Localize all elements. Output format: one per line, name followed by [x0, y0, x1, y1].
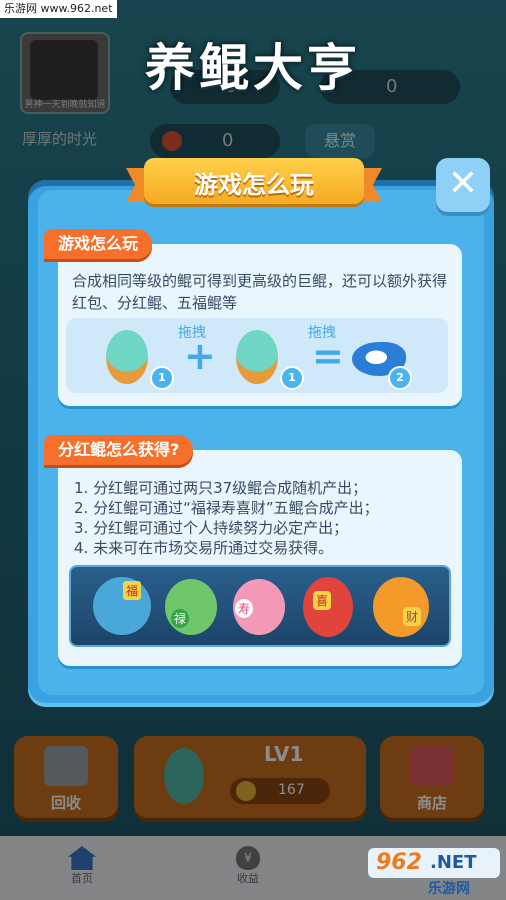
watermark-badge: 962 .NET — [368, 848, 500, 878]
list-item: 1. 分红鲲可通过两只37级鲲合成随机产出； — [74, 479, 368, 497]
fish-label: 福 — [123, 581, 142, 600]
fish-label: 寿 — [235, 599, 254, 618]
merge-formula: 1 拖拽 + 1 拖拽 = 2 — [66, 318, 448, 393]
watermark-top: 乐游网 www.962.net — [0, 0, 117, 18]
list-item: 2. 分红鲲可通过“福禄寿喜财”五鲲合成产出； — [74, 499, 379, 517]
five-fortune-fish-strip: 福 禄 寿 喜 财 — [69, 565, 451, 647]
fish-level-1-icon — [106, 330, 148, 384]
watermark-sub: 乐游网 — [428, 881, 470, 897]
section2-tag: 分红鲲怎么获得? — [44, 435, 194, 465]
fish-label: 财 — [403, 607, 422, 626]
level-badge: 2 — [388, 366, 412, 390]
modal-title-banner: 游戏怎么玩 — [126, 158, 382, 204]
game-title: 养鲲大亨 — [145, 39, 361, 97]
fish-lu-icon: 禄 — [165, 579, 217, 635]
watermark-bottom: 962 .NET 乐游网 — [368, 848, 500, 897]
close-icon: ✕ — [447, 163, 479, 204]
list-item: 3. 分红鲲可通过个人持续努力必定产出； — [74, 519, 349, 537]
equals-sign: = — [312, 334, 344, 378]
modal-title: 游戏怎么玩 — [194, 171, 314, 199]
section1-tag: 游戏怎么玩 — [44, 229, 153, 259]
section1-description: 合成相同等级的鲲可得到更高级的巨鲲，还可以额外获得红包、分红鲲、五福鲲等 — [72, 272, 448, 312]
fish-cai-icon: 财 — [373, 577, 429, 637]
fish-xi-icon: 喜 — [303, 577, 353, 637]
dividend-list: 1. 分红鲲可通过两只37级鲲合成随机产出； 2. 分红鲲可通过“福禄寿喜财”五… — [74, 478, 452, 558]
plus-sign: + — [184, 334, 216, 378]
level-badge: 1 — [280, 366, 304, 390]
fish-label: 禄 — [171, 609, 190, 628]
watermark-suffix: .NET — [430, 852, 477, 873]
fish-level-1-icon — [236, 330, 278, 384]
list-item: 4. 未来可在市场交易所通过交易获得。 — [74, 539, 334, 557]
fish-fu-icon: 福 — [93, 577, 151, 635]
watermark-brand: 962 — [376, 850, 422, 875]
close-button[interactable]: ✕ — [436, 158, 490, 212]
fish-label: 喜 — [313, 591, 332, 610]
level-badge: 1 — [150, 366, 174, 390]
fish-shou-icon: 寿 — [233, 579, 285, 635]
